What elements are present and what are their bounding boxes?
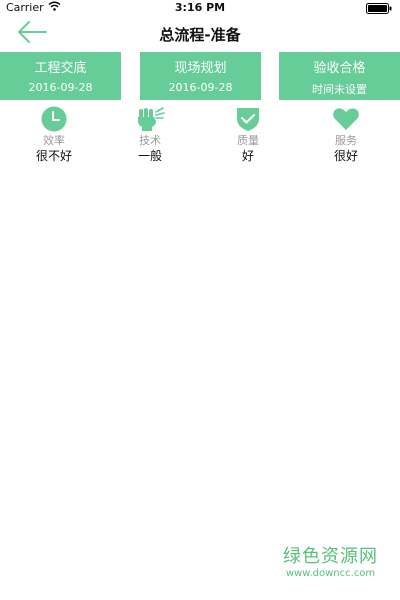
step-item[interactable]: 现场规划 2016-09-28: [140, 52, 261, 100]
step-date: 时间未设置: [312, 83, 367, 96]
watermark: 绿色资源网 www.downcc.com: [283, 546, 378, 580]
clock-icon: [39, 106, 69, 132]
rating-label: 质量: [237, 134, 259, 147]
step-title: 验收合格: [313, 61, 366, 76]
rating-value: 好: [241, 149, 254, 163]
ratings-row: 效率 很不好 技术 一般 质量 好 服务 很好: [0, 106, 400, 170]
rating-value: 很好: [333, 149, 358, 163]
step-date: 2016-09-28: [28, 81, 93, 94]
page-title: 总流程-准备: [159, 26, 241, 44]
rating-service: 服务 很好: [306, 106, 386, 164]
rating-value: 一般: [137, 149, 162, 163]
battery-icon: [366, 3, 392, 14]
rating-label: 服务: [335, 134, 357, 147]
step-title: 现场规划: [174, 61, 227, 76]
step-title: 工程交底: [34, 61, 87, 76]
watermark-logo: 绿色资源网: [283, 546, 378, 567]
heart-icon: [331, 106, 361, 132]
rating-label: 技术: [139, 134, 161, 147]
rating-value: 很不好: [35, 149, 72, 163]
shield-check-icon: [233, 106, 263, 132]
nav-bar: 总流程-准备: [0, 16, 400, 52]
rating-quality: 质量 好: [208, 106, 288, 164]
rating-efficiency: 效率 很不好: [14, 106, 94, 164]
status-bar: Carrier 3:16 PM: [0, 0, 400, 16]
status-time: 3:16 PM: [174, 1, 226, 14]
process-steps: 工程交底 2016-09-28 现场规划 2016-09-28 验收合格 时间未…: [0, 52, 400, 100]
rating-label: 效率: [43, 134, 65, 147]
step-date: 2016-09-28: [168, 81, 233, 94]
rating-skill: 技术 一般: [110, 106, 190, 164]
watermark-url: www.downcc.com: [285, 568, 376, 579]
fist-icon: [135, 106, 165, 132]
step-item[interactable]: 验收合格 时间未设置: [279, 52, 400, 100]
step-item[interactable]: 工程交底 2016-09-28: [0, 52, 121, 100]
